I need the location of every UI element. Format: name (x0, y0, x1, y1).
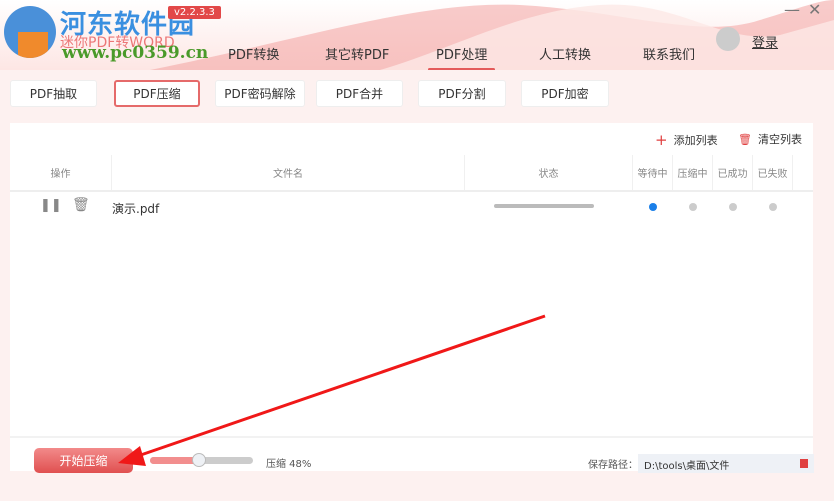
annotation-arrow (118, 314, 546, 466)
